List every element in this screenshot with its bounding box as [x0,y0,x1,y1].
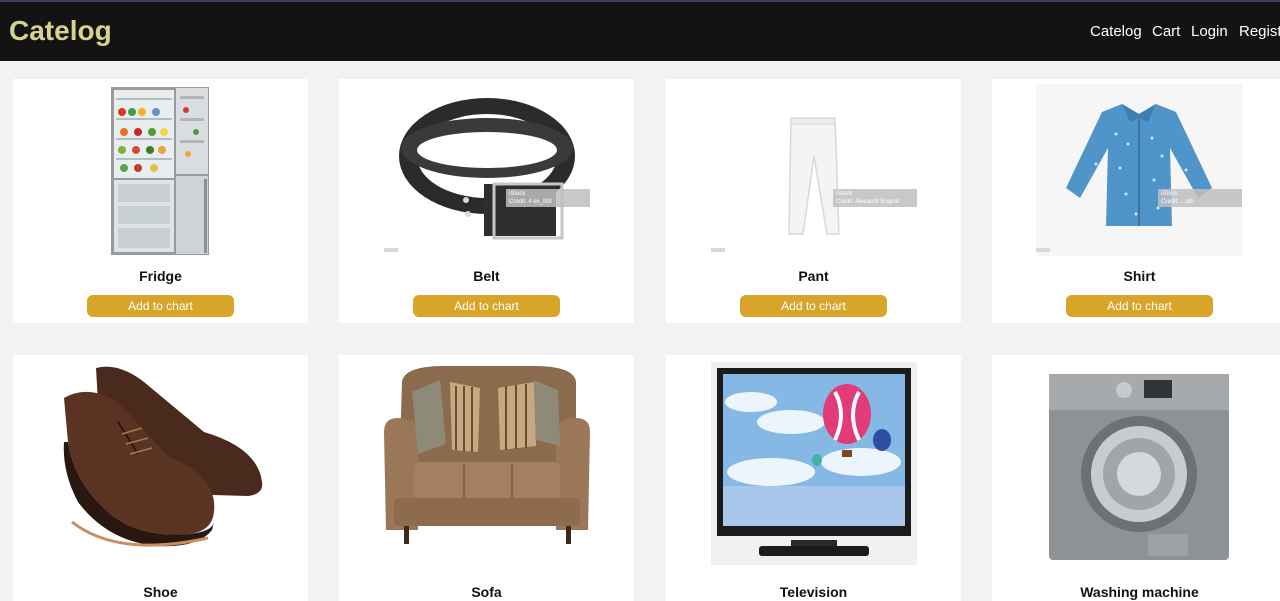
watermark-brand: iStock [1161,191,1178,197]
product-name: Fridge [139,268,182,284]
fridge-image [58,84,264,256]
nav-cart-link[interactable]: Cart [1152,22,1180,42]
belt-image [384,84,590,256]
image-tag [1036,248,1050,252]
istock-watermark: iStock Credit: ...ath [1158,189,1242,207]
navbar: Catelog Catelog Cart Login Register [0,2,1280,61]
brand-logo[interactable]: Catelog [9,14,112,48]
image-tag [711,248,725,252]
product-card-sofa: Sofa [339,355,634,601]
washing-machine-image [1036,362,1242,565]
image-tag [384,248,398,252]
sofa-image [384,362,590,565]
shirt-image [1036,84,1242,256]
product-card-washing-machine: Washing machine [992,355,1280,601]
watermark-credit: Credit: 4 ex_MX [509,199,553,205]
shoe-image [58,362,264,565]
product-name: Television [779,584,848,600]
product-card-pant: iStock Credit: Alexandr Bognat Pant Add t… [666,79,961,323]
product-name: Shoe [143,584,178,600]
product-card-shoe: Shoe [13,355,308,601]
add-to-chart-button[interactable]: Add to chart [87,295,234,317]
product-name: Washing machine [1080,584,1199,600]
product-name: Shirt [1123,268,1156,284]
product-card-belt: iStock Credit: 4 ex_MX Belt Add to chart [339,79,634,323]
product-name: Sofa [471,584,502,600]
product-card-shirt: iStock Credit: ...ath Shirt Add to chart [992,79,1280,323]
product-name: Pant [798,268,829,284]
watermark-brand: iStock [509,191,526,197]
nav-login-link[interactable]: Login [1191,22,1228,42]
watermark-brand: iStock [836,191,853,197]
watermark-credit: Credit: Alexandr Bognat [836,199,900,205]
product-card-television: Television [666,355,961,601]
add-to-chart-button[interactable]: Add to chart [740,295,887,317]
istock-watermark: iStock Credit: 4 ex_MX [506,189,590,207]
watermark-credit: Credit: ...ath [1161,199,1194,205]
nav-register-link[interactable]: Register [1239,22,1280,42]
add-to-chart-button[interactable]: Add to chart [413,295,560,317]
add-to-chart-button[interactable]: Add to chart [1066,295,1213,317]
istock-watermark: iStock Credit: Alexandr Bognat [833,189,917,207]
television-image [711,362,917,565]
nav-catelog-link[interactable]: Catelog [1090,22,1142,42]
product-card-fridge: Fridge Add to chart [13,79,308,323]
product-name: Belt [473,268,500,284]
pant-image [711,84,917,256]
